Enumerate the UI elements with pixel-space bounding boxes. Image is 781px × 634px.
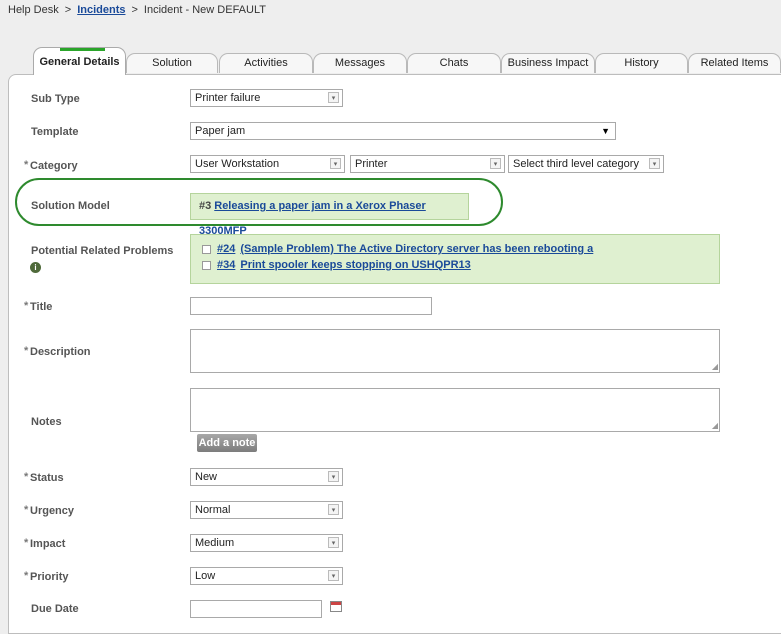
tab-label: Solution (152, 57, 192, 69)
tab-label: Business Impact (507, 57, 589, 69)
category-level3-select[interactable]: Select third level category ▾ (508, 155, 664, 173)
calendar-icon[interactable] (330, 601, 342, 612)
breadcrumb-root[interactable]: Help Desk (8, 4, 59, 16)
impact-select[interactable]: Medium ▾ (190, 534, 343, 552)
priority-value: Low (195, 570, 216, 582)
related-problem-checkbox[interactable] (202, 260, 211, 270)
title-input[interactable] (190, 297, 432, 315)
solution-model-box: #3 Releasing a paper jam in a Xerox Phase… (190, 193, 469, 237)
tab-label: History (624, 57, 659, 69)
related-problem-number[interactable]: #24 (217, 243, 235, 255)
urgency-select[interactable]: Normal ▾ (190, 501, 343, 519)
breadcrumb-incidents-link[interactable]: Incidents (77, 4, 125, 16)
tab-general-details[interactable]: General Details (33, 47, 126, 75)
status-value: New (195, 471, 218, 483)
info-icon[interactable]: i (30, 262, 41, 273)
category-level2-value: Printer (355, 158, 388, 170)
notes-textarea[interactable]: ◢ (190, 388, 720, 432)
chevron-down-icon: ▼ (601, 126, 610, 136)
template-value: Paper jam (195, 125, 246, 137)
urgency-label: Urgency (30, 505, 75, 517)
chevron-down-icon: ▾ (328, 537, 339, 548)
sub-type-value: Printer failure (195, 92, 261, 104)
solution-model-number: #3 (199, 200, 212, 212)
impact-value: Medium (195, 537, 235, 549)
impact-label: Impact (30, 538, 66, 550)
category-level2-select[interactable]: Printer ▾ (350, 155, 505, 173)
tab-label: Messages (334, 57, 386, 69)
related-problem-number[interactable]: #34 (217, 259, 235, 271)
chevron-down-icon: ▾ (328, 504, 339, 515)
notes-label: Notes (31, 416, 62, 428)
category-level1-value: User Workstation (195, 158, 280, 170)
tab-solution[interactable]: Solution (126, 53, 218, 73)
add-note-button[interactable]: Add a note (197, 434, 257, 452)
sub-type-label: Sub Type (31, 93, 80, 105)
solution-model-label: Solution Model (31, 200, 110, 212)
urgency-value: Normal (195, 504, 231, 516)
tab-label: Chats (439, 57, 469, 69)
related-problems-box: #24 (Sample Problem) The Active Directory… (190, 234, 720, 284)
breadcrumb-current: Incident - New DEFAULT (143, 4, 266, 16)
tab-bar: General Details Solution Activities Mess… (33, 47, 781, 75)
breadcrumb-separator: > (131, 4, 138, 16)
tab-label: Activities (244, 57, 288, 69)
breadcrumb-separator: > (64, 4, 72, 16)
list-item: #34 Print spooler keeps stopping on USHQP… (202, 259, 719, 275)
sub-type-select[interactable]: Printer failure ▾ (190, 89, 343, 107)
required-marker: * (24, 159, 29, 171)
tab-label: General Details (39, 56, 120, 68)
required-marker: * (24, 504, 29, 516)
resize-grip-icon[interactable]: ◢ (712, 422, 718, 430)
resize-grip-icon[interactable]: ◢ (712, 363, 718, 371)
tab-messages[interactable]: Messages (313, 53, 407, 73)
priority-label: Priority (30, 571, 69, 583)
related-problems-label: Potential Related Problems (31, 245, 174, 257)
active-tab-indicator (60, 48, 105, 51)
related-problem-link[interactable]: Print spooler keeps stopping on USHQPR13 (240, 259, 470, 271)
required-marker: * (24, 345, 29, 357)
status-select[interactable]: New ▾ (190, 468, 343, 486)
title-label: Title (30, 301, 53, 313)
tab-history[interactable]: History (595, 53, 688, 73)
related-problem-checkbox[interactable] (202, 244, 211, 254)
required-marker: * (24, 300, 29, 312)
list-item: #24 (Sample Problem) The Active Directory… (202, 243, 719, 259)
chevron-down-icon: ▾ (328, 471, 339, 482)
tab-business-impact[interactable]: Business Impact (501, 53, 595, 73)
tab-related-items[interactable]: Related Items (688, 53, 781, 73)
category-label: Category (30, 160, 78, 172)
chevron-down-icon: ▾ (490, 158, 501, 169)
category-level3-value: Select third level category (513, 158, 639, 170)
tab-activities[interactable]: Activities (219, 53, 313, 73)
required-marker: * (24, 570, 29, 582)
required-marker: * (24, 537, 29, 549)
priority-select[interactable]: Low ▾ (190, 567, 343, 585)
description-textarea[interactable]: ◢ (190, 329, 720, 373)
chevron-down-icon: ▾ (328, 570, 339, 581)
chevron-down-icon: ▾ (328, 92, 339, 103)
tab-chats[interactable]: Chats (407, 53, 501, 73)
template-label: Template (31, 126, 79, 138)
template-select[interactable]: Paper jam ▼ (190, 122, 616, 140)
status-label: Status (30, 472, 64, 484)
required-marker: * (24, 471, 29, 483)
chevron-down-icon: ▾ (330, 158, 341, 169)
chevron-down-icon: ▾ (649, 158, 660, 169)
breadcrumb: Help Desk > Incidents > Incident - New DEFAU… (8, 4, 266, 16)
due-date-label: Due Date (31, 603, 79, 615)
description-label: Description (30, 346, 91, 358)
category-level1-select[interactable]: User Workstation ▾ (190, 155, 345, 173)
related-problem-link[interactable]: (Sample Problem) The Active Directory se… (240, 243, 593, 255)
due-date-input[interactable] (190, 600, 322, 618)
tab-label: Related Items (700, 57, 769, 69)
